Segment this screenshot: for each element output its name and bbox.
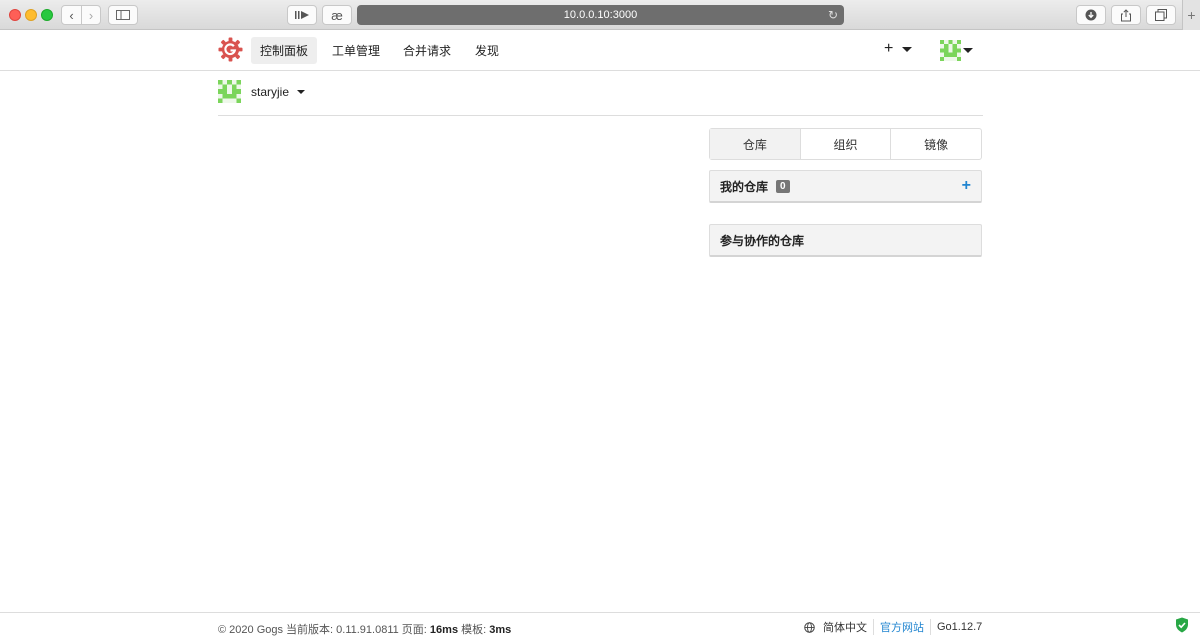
back-icon[interactable]: ‹ xyxy=(62,6,81,24)
gogs-logo-icon[interactable] xyxy=(218,37,243,62)
dashboard-context: staryjie xyxy=(218,80,983,116)
url-text: 10.0.0.10:3000 xyxy=(563,9,638,21)
user-menu[interactable] xyxy=(940,40,973,61)
divider xyxy=(930,619,931,635)
reload-icon[interactable]: ↻ xyxy=(828,8,838,22)
caret-down-icon xyxy=(902,46,913,52)
menu-pull-requests[interactable]: 合并请求 xyxy=(394,37,460,64)
language-selector[interactable]: 简体中文 xyxy=(823,619,867,635)
footer: © 2020 Gogs 当前版本: 0.11.91.0811 页面: 16ms … xyxy=(0,612,1200,642)
footer-copyright: © 2020 Gogs 当前版本: 0.11.91.0811 页面: xyxy=(218,624,430,636)
footer-info: © 2020 Gogs 当前版本: 0.11.91.0811 页面: 16ms … xyxy=(218,621,511,637)
plus-icon: + xyxy=(884,40,894,57)
tab-mirrors[interactable]: 镜像 xyxy=(890,129,981,159)
new-tab-button[interactable]: + xyxy=(1182,0,1200,30)
template-label: 模板: xyxy=(458,624,490,636)
my-repos-title: 我的仓库 xyxy=(720,179,769,194)
menu-explore[interactable]: 发现 xyxy=(466,37,508,64)
collab-repos-title: 参与协作的仓库 xyxy=(720,233,805,248)
globe-icon xyxy=(804,621,815,633)
play-skip-icon xyxy=(295,11,309,19)
tab-organizations[interactable]: 组织 xyxy=(799,129,891,159)
collab-repos-panel: 参与协作的仓库 xyxy=(709,224,982,257)
browser-toolbar: ‹ › æ 10.0.0.10:3000 ↻ + xyxy=(0,0,1200,30)
shield-check-icon[interactable] xyxy=(1175,617,1189,633)
close-window-button[interactable] xyxy=(9,9,21,21)
context-username: staryjie xyxy=(251,84,290,99)
menu-dashboard[interactable]: 控制面板 xyxy=(251,37,318,64)
extension-button[interactable]: æ xyxy=(322,5,352,25)
forward-icon[interactable]: › xyxy=(80,6,100,24)
tabs-icon xyxy=(1155,9,1167,21)
template-render-time: 3ms xyxy=(489,624,512,636)
caret-down-icon xyxy=(963,48,973,53)
avatar xyxy=(940,40,961,61)
zoom-window-button[interactable] xyxy=(41,9,53,21)
app-header: 控制面板 工单管理 合并请求 发现 + xyxy=(0,30,1200,71)
tab-repositories[interactable]: 仓库 xyxy=(710,129,800,159)
add-repo-icon[interactable]: + xyxy=(962,177,971,195)
minimize-window-button[interactable] xyxy=(25,9,37,21)
avatar xyxy=(218,80,241,103)
ae-icon: æ xyxy=(331,7,343,23)
share-icon xyxy=(1121,8,1131,21)
repo-count-badge: 0 xyxy=(776,179,790,193)
caret-down-icon xyxy=(297,89,306,94)
sidebar-icon xyxy=(116,10,130,20)
context-user-switcher[interactable]: staryjie xyxy=(218,80,983,103)
go-version: Go1.12.7 xyxy=(937,621,983,633)
plus-icon: + xyxy=(1187,7,1196,23)
menu-issues[interactable]: 工单管理 xyxy=(323,37,389,64)
divider xyxy=(873,619,874,635)
create-menu[interactable]: + xyxy=(884,40,913,58)
address-bar[interactable]: 10.0.0.10:3000 ↻ xyxy=(357,5,844,25)
website-link[interactable]: 官方网站 xyxy=(880,619,924,635)
footer-links: 简体中文 官方网站 Go1.12.7 xyxy=(804,619,982,635)
share-button[interactable] xyxy=(1111,5,1141,25)
my-repos-panel: 我的仓库 0 + xyxy=(709,170,982,203)
sidebar-toggle-button[interactable] xyxy=(108,5,138,25)
downloads-button[interactable] xyxy=(1076,5,1106,25)
history-nav: ‹ › xyxy=(61,5,101,25)
page-render-time: 16ms xyxy=(429,624,459,636)
reader-mode-button[interactable] xyxy=(287,5,317,25)
tabs-overview-button[interactable] xyxy=(1146,5,1176,25)
download-icon xyxy=(1085,9,1097,21)
repo-tabs: 仓库 组织 镜像 xyxy=(709,128,982,160)
